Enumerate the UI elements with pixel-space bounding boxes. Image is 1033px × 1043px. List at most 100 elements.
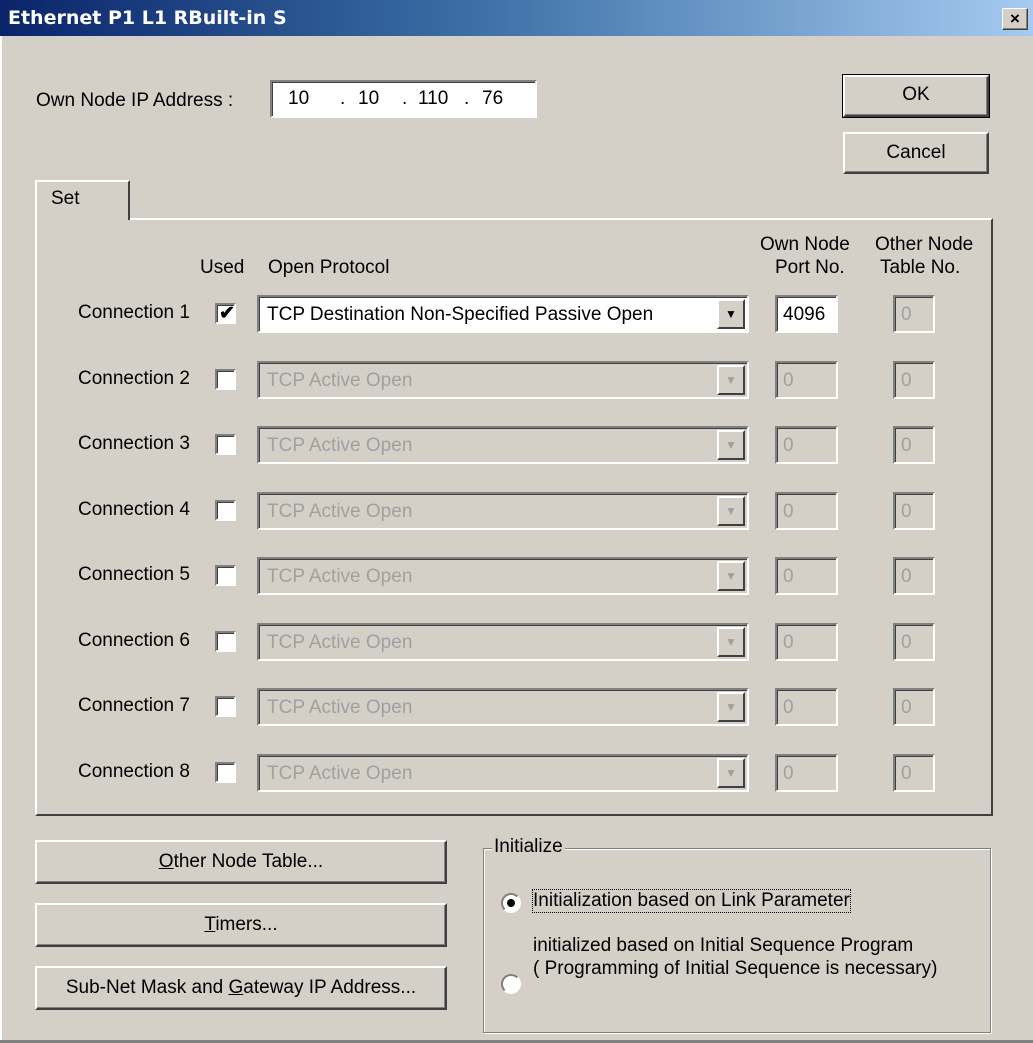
other-node-table-field[interactable]: 0	[893, 688, 935, 726]
connection-label: Connection 8	[78, 760, 190, 782]
ip-octet-4[interactable]: 76	[482, 88, 503, 110]
header-other-node-table-line1: Other Node	[875, 234, 974, 255]
ip-octet-2[interactable]: 10	[358, 88, 379, 110]
own-node-port-value: 0	[783, 762, 794, 784]
radio-link-parameter[interactable]	[501, 893, 521, 913]
radio-initial-sequence-label-line2[interactable]: ( Programming of Initial Sequence is nec…	[533, 958, 937, 980]
other-node-table-accel: O	[158, 851, 174, 872]
radio-initial-sequence[interactable]	[501, 974, 521, 994]
open-protocol-select[interactable]: TCP Active Open ▼	[257, 491, 749, 530]
own-node-port-field[interactable]: 0	[775, 622, 838, 661]
used-checkbox[interactable]	[215, 434, 236, 455]
used-checkbox[interactable]	[215, 368, 236, 390]
other-node-table-field[interactable]: 0	[893, 426, 935, 464]
used-checkbox[interactable]	[215, 761, 236, 783]
other-node-table-field[interactable]: 0	[893, 753, 935, 792]
own-node-port-field[interactable]: 0	[775, 360, 838, 399]
radio-selected-dot	[507, 899, 515, 907]
used-checkbox[interactable]: ✔	[215, 303, 236, 324]
open-protocol-value: TCP Active Open	[267, 697, 413, 718]
other-node-table-field[interactable]: 0	[893, 360, 935, 399]
own-node-port-value: 0	[783, 369, 794, 391]
title-bar[interactable]: Ethernet P1 L1 RBuilt-in S ×	[0, 0, 1033, 36]
open-protocol-select[interactable]: TCP Destination Non-Specified Passive Op…	[257, 295, 749, 333]
open-protocol-value: TCP Destination Non-Specified Passive Op…	[267, 304, 654, 325]
ip-dot-3: .	[464, 88, 470, 109]
subnet-gateway-label-rest: ateway IP Address...	[243, 977, 417, 998]
other-node-table-value: 0	[901, 566, 912, 587]
header-used: Used	[200, 257, 245, 278]
own-node-port-field[interactable]: 0	[775, 491, 838, 530]
close-button[interactable]: ×	[1002, 8, 1028, 30]
open-protocol-select[interactable]: TCP Active Open ▼	[257, 426, 749, 464]
used-checkbox[interactable]	[215, 565, 236, 586]
radio-link-parameter-label[interactable]: Initialization based on Link Parameter	[532, 889, 851, 913]
chevron-down-icon[interactable]: ▼	[717, 430, 745, 460]
open-protocol-select[interactable]: TCP Active Open ▼	[257, 622, 749, 661]
open-protocol-select[interactable]: TCP Active Open ▼	[257, 753, 749, 792]
chevron-down-icon[interactable]: ▼	[717, 692, 745, 722]
used-checkbox[interactable]	[215, 696, 236, 717]
ok-button[interactable]: OK	[842, 74, 990, 118]
other-node-table-field[interactable]: 0	[893, 557, 935, 595]
chevron-down-icon[interactable]: ▼	[717, 299, 745, 329]
open-protocol-select[interactable]: TCP Active Open ▼	[257, 688, 749, 726]
subnet-gateway-button[interactable]: Sub-Net Mask and Gateway IP Address...	[35, 966, 447, 1010]
open-protocol-value: TCP Active Open	[267, 631, 413, 653]
header-own-node-port-line2: Port No.	[775, 257, 845, 278]
connection-label: Connection 6	[78, 629, 190, 651]
chevron-down-icon[interactable]: ▼	[717, 561, 745, 591]
ip-dot-2: .	[402, 88, 408, 109]
used-checkbox[interactable]	[215, 499, 236, 521]
open-protocol-value: TCP Active Open	[267, 500, 413, 522]
connection-label: Connection 2	[78, 367, 190, 389]
other-node-table-field[interactable]: 0	[893, 622, 935, 661]
radio-initial-sequence-label-line1[interactable]: initialized based on Initial Sequence Pr…	[533, 935, 913, 957]
own-node-port-field[interactable]: 4096	[775, 295, 838, 333]
ip-address-label: Own Node IP Address :	[36, 90, 234, 111]
connection-label: Connection 1	[78, 302, 190, 323]
used-checkbox[interactable]	[215, 630, 236, 652]
connection-label: Connection 3	[78, 433, 190, 454]
own-node-port-value: 0	[783, 435, 794, 456]
window-title: Ethernet P1 L1 RBuilt-in S	[8, 7, 287, 29]
own-node-port-field[interactable]: 0	[775, 557, 838, 595]
timers-button[interactable]: Timers...	[35, 903, 447, 947]
other-node-table-value: 0	[901, 369, 912, 391]
connection-label: Connection 7	[78, 695, 190, 716]
chevron-down-icon[interactable]: ▼	[717, 364, 745, 395]
tab-set[interactable]: Set	[35, 180, 130, 220]
ip-octet-1[interactable]: 10	[288, 88, 309, 110]
own-node-port-value: 0	[783, 631, 794, 653]
own-node-port-field[interactable]: 0	[775, 753, 838, 792]
other-node-table-value: 0	[901, 631, 912, 653]
timers-accel: T	[204, 914, 216, 935]
other-node-table-value: 0	[901, 304, 912, 325]
open-protocol-value: TCP Active Open	[267, 762, 413, 784]
other-node-table-field[interactable]: 0	[893, 295, 935, 333]
tab-set-label: Set	[51, 188, 80, 209]
other-node-table-value: 0	[901, 500, 912, 522]
open-protocol-value: TCP Active Open	[267, 369, 413, 391]
other-node-table-field[interactable]: 0	[893, 491, 935, 530]
chevron-down-icon[interactable]: ▼	[717, 495, 745, 526]
cancel-button[interactable]: Cancel	[843, 132, 989, 174]
chevron-down-icon[interactable]: ▼	[717, 757, 745, 788]
subnet-gateway-accel: G	[228, 977, 244, 998]
other-node-table-button[interactable]: Other Node Table...	[35, 840, 447, 884]
open-protocol-select[interactable]: TCP Active Open ▼	[257, 557, 749, 595]
initialize-group-title: Initialize	[492, 836, 565, 858]
other-node-table-value: 0	[901, 697, 912, 718]
connection-label: Connection 4	[78, 498, 190, 520]
own-node-port-field[interactable]: 0	[775, 688, 838, 726]
ip-address-field[interactable]: 10 . 10 . 110 . 76	[270, 80, 537, 118]
connection-label: Connection 5	[78, 564, 190, 585]
ip-octet-3[interactable]: 110	[418, 88, 448, 110]
own-node-port-value: 0	[783, 500, 794, 522]
own-node-port-field[interactable]: 0	[775, 426, 838, 464]
own-node-port-value: 0	[783, 697, 794, 718]
open-protocol-select[interactable]: TCP Active Open ▼	[257, 360, 749, 399]
other-node-table-value: 0	[901, 762, 912, 784]
chevron-down-icon[interactable]: ▼	[717, 626, 745, 657]
header-open-protocol: Open Protocol	[268, 257, 390, 278]
